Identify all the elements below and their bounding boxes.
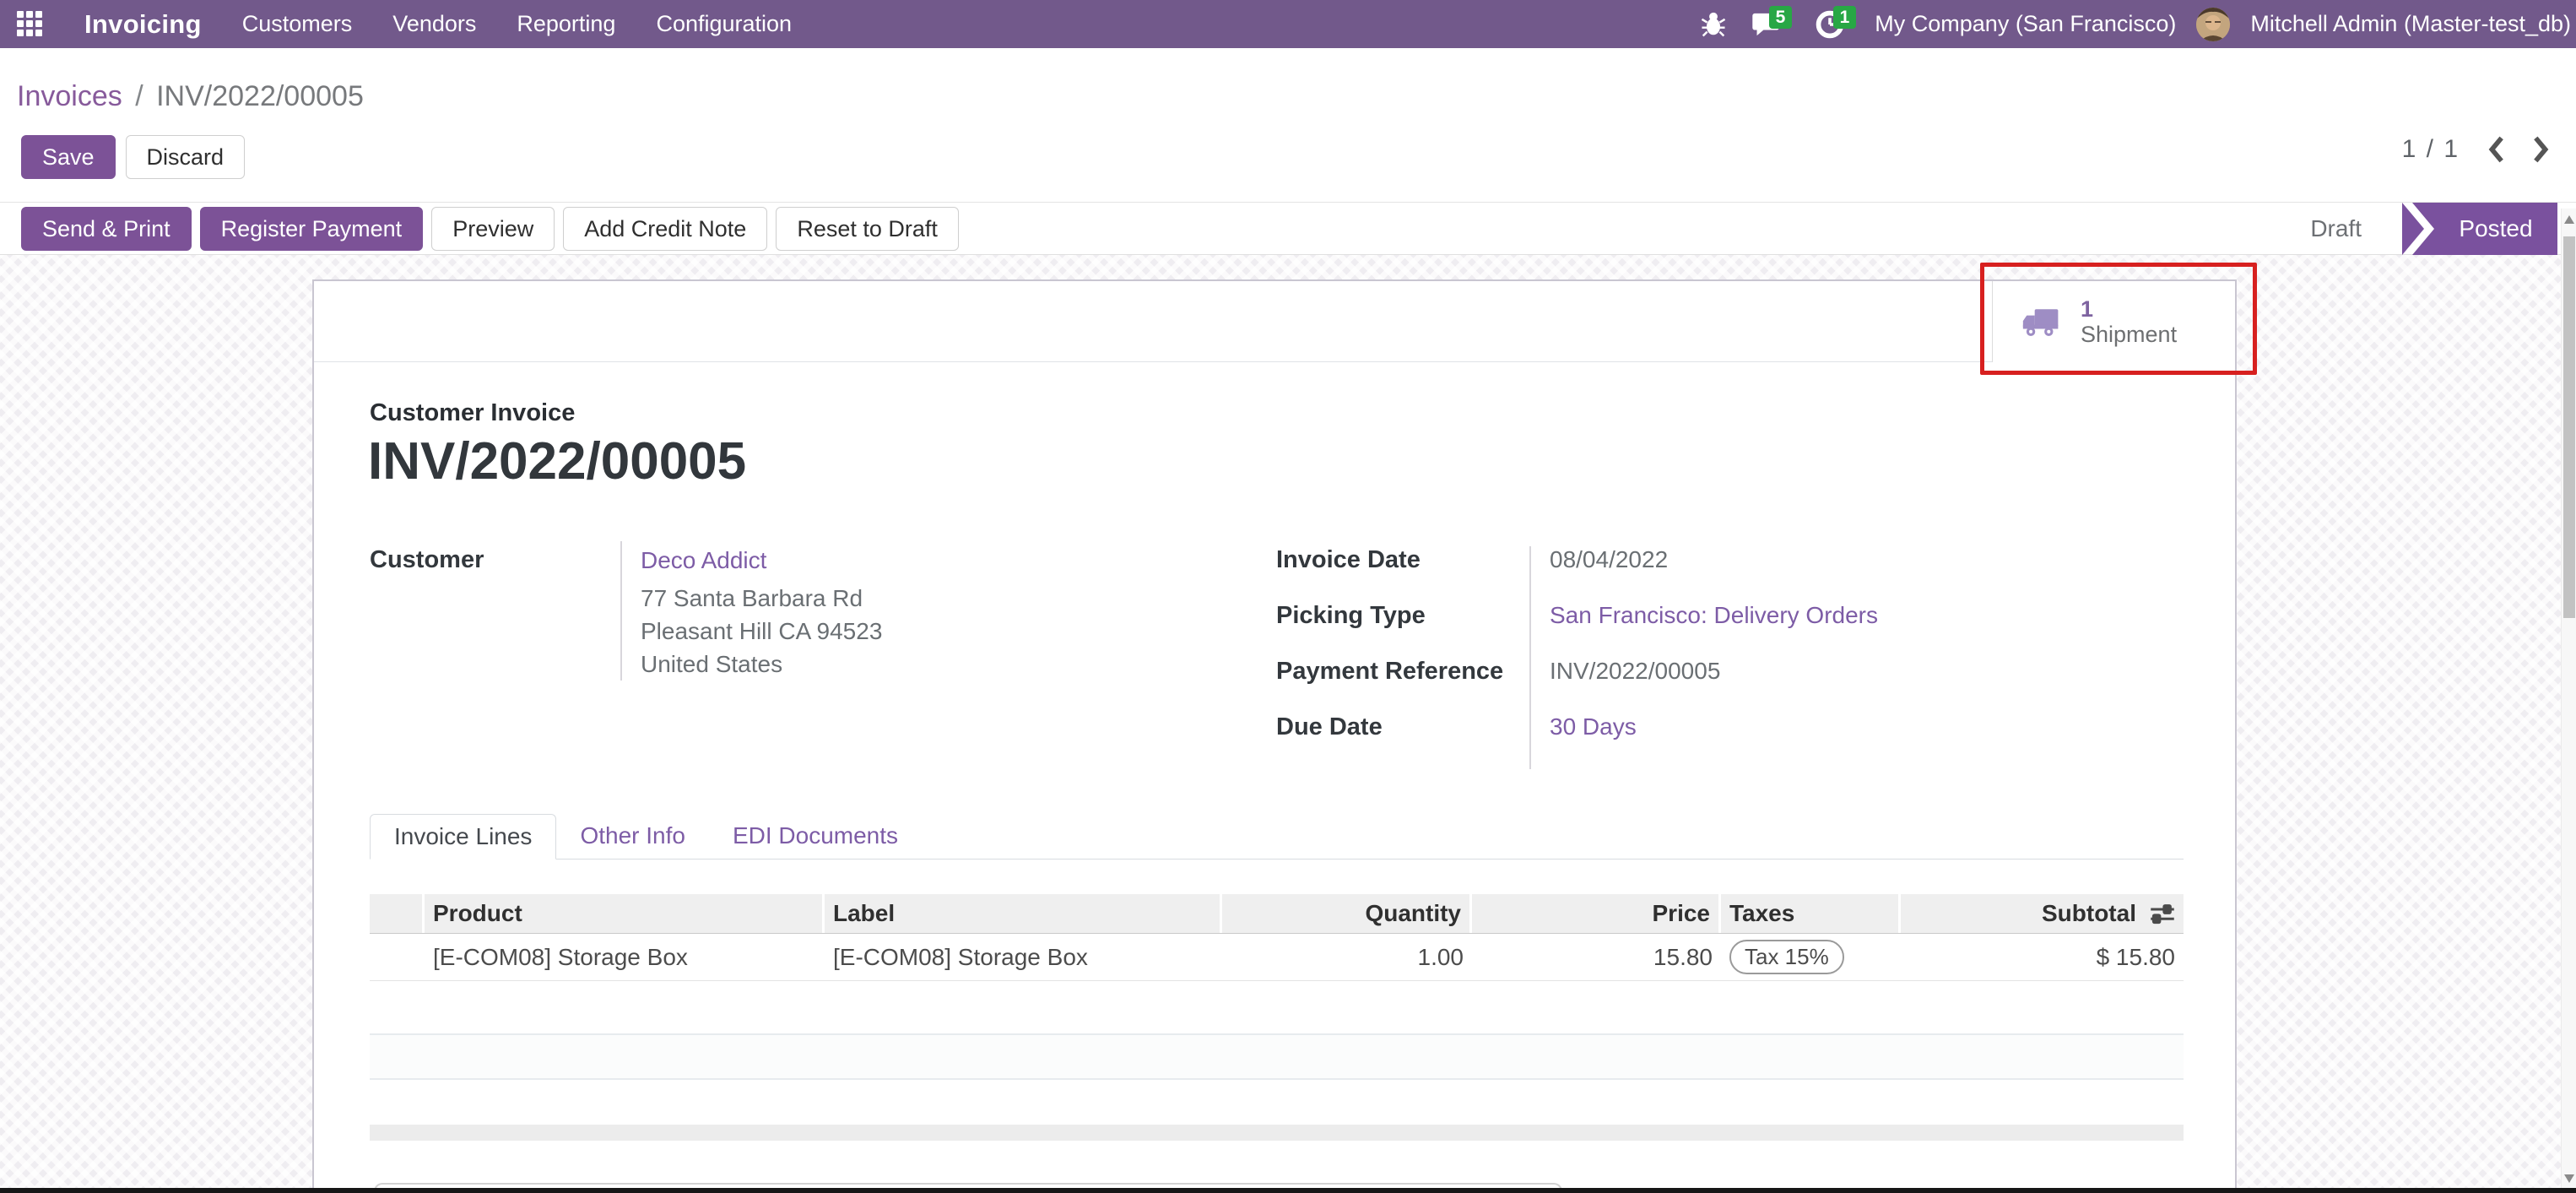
activities-badge: 1 xyxy=(1833,6,1857,29)
picking-type-link[interactable]: San Francisco: Delivery Orders xyxy=(1529,602,2036,658)
tab-edi-documents[interactable]: EDI Documents xyxy=(709,813,922,859)
section-separator-bar xyxy=(370,1125,2184,1141)
vertical-scrollbar[interactable] xyxy=(2561,209,2576,1193)
document-type-label: Customer Invoice xyxy=(370,399,575,427)
tab-invoice-lines[interactable]: Invoice Lines xyxy=(370,814,556,860)
preview-button[interactable]: Preview xyxy=(431,207,555,251)
handle-column-header xyxy=(370,894,425,933)
register-payment-button[interactable]: Register Payment xyxy=(200,207,424,251)
status-posted[interactable]: Posted xyxy=(2412,203,2557,255)
customer-field-group: Customer Deco Addict 77 Santa Barbara Rd… xyxy=(370,546,944,574)
due-date-link[interactable]: 30 Days xyxy=(1529,713,2036,769)
subtotal-column-header[interactable]: Subtotal xyxy=(1901,894,2184,933)
activities-clock-icon[interactable]: 1 xyxy=(1814,8,1846,41)
messages-icon[interactable]: 5 xyxy=(1750,8,1782,41)
row-subtotal: $ 15.80 xyxy=(1901,934,2184,980)
chevron-left-icon[interactable] xyxy=(2485,135,2508,164)
top-navbar: Invoicing Customers Vendors Reporting Co… xyxy=(0,0,2576,48)
company-switcher[interactable]: My Company (San Francisco) xyxy=(1875,11,2176,37)
status-draft[interactable]: Draft xyxy=(2310,203,2362,255)
discard-button[interactable]: Discard xyxy=(126,135,246,179)
customer-address-line: 77 Santa Barbara Rd xyxy=(641,582,941,615)
quantity-column-header[interactable]: Quantity xyxy=(1222,894,1472,933)
invoice-sheet: 1 Shipment Customer Invoice INV/2022/000… xyxy=(312,279,2237,1193)
notebook-tabs: Invoice Lines Other Info EDI Documents xyxy=(370,812,2184,860)
breadcrumb-separator: / xyxy=(130,80,148,112)
row-label[interactable]: [E-COM08] Storage Box xyxy=(825,934,1222,980)
row-price[interactable]: 15.80 xyxy=(1472,934,1721,980)
smart-button-box: 1 Shipment xyxy=(314,281,2235,362)
invoice-detail-fields: Invoice Date 08/04/2022 Picking Type San… xyxy=(1276,546,2036,769)
apps-grid-icon[interactable] xyxy=(17,11,44,38)
customer-address-line: United States xyxy=(641,648,941,681)
row-handle[interactable] xyxy=(370,934,425,980)
optional-columns-icon[interactable] xyxy=(2150,903,2175,925)
price-column-header[interactable]: Price xyxy=(1472,894,1721,933)
breadcrumb-current: INV/2022/00005 xyxy=(156,80,364,112)
table-header-row: Product Label Quantity Price Taxes Subto… xyxy=(370,894,2184,934)
nav-item-vendors[interactable]: Vendors xyxy=(392,11,476,37)
truck-icon xyxy=(2021,306,2062,338)
scrollbar-down-arrow[interactable] xyxy=(2564,1174,2574,1183)
pager: 1 / 1 xyxy=(2402,135,2552,164)
user-avatar[interactable] xyxy=(2196,8,2230,41)
debug-bug-icon[interactable] xyxy=(1697,8,1729,41)
tax-badge[interactable]: Tax 15% xyxy=(1729,940,1844,974)
scrollbar-thumb[interactable] xyxy=(2563,236,2575,618)
invoice-date-label: Invoice Date xyxy=(1276,546,1529,602)
product-column-header[interactable]: Product xyxy=(425,894,825,933)
status-widget: Draft Posted xyxy=(2154,203,2559,255)
breadcrumb-invoices-link[interactable]: Invoices xyxy=(17,80,122,112)
user-menu[interactable]: Mitchell Admin (Master-test_db) xyxy=(2250,11,2571,37)
shipment-label: Shipment xyxy=(2081,322,2177,347)
label-column-header[interactable]: Label xyxy=(825,894,1222,933)
picking-type-label: Picking Type xyxy=(1276,602,1529,658)
pager-count: 1 / 1 xyxy=(2402,135,2460,164)
customer-address-line: Pleasant Hill CA 94523 xyxy=(641,615,941,648)
empty-lines-band xyxy=(370,1033,2184,1080)
shipment-count: 1 xyxy=(2081,296,2177,322)
form-statusbar: Send & Print Register Payment Preview Ad… xyxy=(0,203,2576,255)
invoice-date-value[interactable]: 08/04/2022 xyxy=(1529,546,2036,602)
due-date-label: Due Date xyxy=(1276,713,1529,769)
invoice-lines-table: Product Label Quantity Price Taxes Subto… xyxy=(370,894,2184,981)
app-name[interactable]: Invoicing xyxy=(84,9,202,40)
row-quantity[interactable]: 1.00 xyxy=(1222,934,1472,980)
customer-link[interactable]: Deco Addict xyxy=(641,546,941,575)
add-credit-note-button[interactable]: Add Credit Note xyxy=(563,207,767,251)
taxes-column-header[interactable]: Taxes xyxy=(1721,894,1901,933)
invoice-line-row[interactable]: [E-COM08] Storage Box [E-COM08] Storage … xyxy=(370,934,2184,981)
odoo-invoicing-screen: Invoicing Customers Vendors Reporting Co… xyxy=(0,0,2576,1193)
row-taxes[interactable]: Tax 15% xyxy=(1721,934,1901,980)
row-product[interactable]: [E-COM08] Storage Box xyxy=(425,934,825,980)
nav-item-reporting[interactable]: Reporting xyxy=(517,11,615,37)
payment-reference-value[interactable]: INV/2022/00005 xyxy=(1529,658,2036,713)
shipment-smart-button[interactable]: 1 Shipment xyxy=(1992,281,2235,362)
reset-to-draft-button[interactable]: Reset to Draft xyxy=(776,207,959,251)
messages-badge: 5 xyxy=(1769,6,1793,29)
screen-bottom-edge xyxy=(0,1188,2576,1193)
chevron-right-icon[interactable] xyxy=(2529,135,2552,164)
send-print-button[interactable]: Send & Print xyxy=(21,207,192,251)
save-button[interactable]: Save xyxy=(21,135,116,179)
invoice-number-title: INV/2022/00005 xyxy=(368,431,746,491)
scrollbar-up-arrow[interactable] xyxy=(2564,215,2574,224)
payment-reference-label: Payment Reference xyxy=(1276,658,1529,713)
nav-item-configuration[interactable]: Configuration xyxy=(656,11,792,37)
breadcrumb: Invoices / INV/2022/00005 xyxy=(17,80,364,113)
tab-other-info[interactable]: Other Info xyxy=(556,813,709,859)
control-panel: Invoices / INV/2022/00005 Save Discard 1… xyxy=(0,48,2576,203)
nav-item-customers[interactable]: Customers xyxy=(242,11,353,37)
